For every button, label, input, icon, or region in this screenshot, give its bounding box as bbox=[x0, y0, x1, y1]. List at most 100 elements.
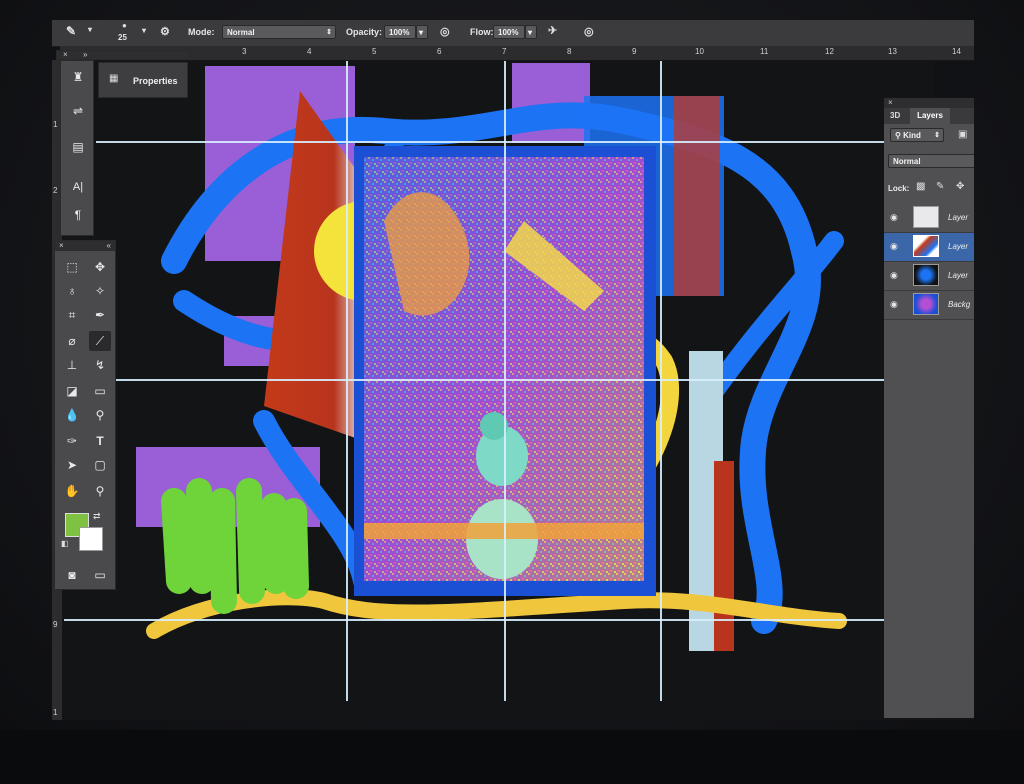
clone-source-icon[interactable]: ▤ bbox=[67, 137, 89, 157]
artwork bbox=[136, 63, 847, 651]
opacity-dropdown[interactable]: ▾ bbox=[416, 25, 428, 39]
close-icon[interactable]: × bbox=[63, 50, 68, 59]
hand-icon[interactable]: ✋ bbox=[61, 481, 83, 501]
layer-row[interactable]: ◉ Backg bbox=[884, 291, 974, 320]
rectangle-icon[interactable]: ▢ bbox=[89, 455, 111, 475]
magic-wand-icon[interactable]: ✧ bbox=[89, 281, 111, 301]
eye-icon[interactable]: ◉ bbox=[890, 241, 898, 252]
ruler-tick: 5 bbox=[372, 47, 377, 56]
guide-line[interactable] bbox=[504, 61, 506, 701]
ruler-tick: 12 bbox=[825, 47, 834, 56]
tab-layers[interactable]: Layers bbox=[910, 108, 950, 124]
guide-line[interactable] bbox=[660, 61, 662, 701]
layer-row[interactable]: ◉ Layer bbox=[884, 204, 974, 233]
ruler-tick: 10 bbox=[695, 47, 704, 56]
pressure-size-icon[interactable]: ◎ bbox=[584, 25, 594, 38]
healing-icon[interactable]: ⌀ bbox=[61, 331, 83, 351]
chevron-down-icon[interactable]: ▾ bbox=[88, 25, 92, 34]
history-brush-icon[interactable]: ↯ bbox=[89, 355, 111, 375]
document-canvas[interactable] bbox=[64, 61, 934, 720]
airbrush-icon[interactable]: ✈ bbox=[548, 24, 557, 37]
opacity-field[interactable]: 100% bbox=[384, 25, 416, 39]
crop-icon[interactable]: ⌗ bbox=[61, 305, 83, 325]
brush-panel-icon[interactable]: ⚙ bbox=[160, 25, 170, 38]
close-icon[interactable]: × bbox=[888, 98, 893, 108]
lock-position-icon[interactable]: ✥ bbox=[956, 181, 964, 192]
layer-thumbnail bbox=[913, 206, 939, 228]
eyedropper-icon[interactable]: ✒ bbox=[89, 305, 111, 325]
ruler-tick: 13 bbox=[888, 47, 897, 56]
layer-row[interactable]: ◉ Layer bbox=[884, 262, 974, 291]
guide-line[interactable] bbox=[114, 379, 934, 381]
character-icon[interactable]: A| bbox=[67, 177, 89, 197]
eye-icon[interactable]: ◉ bbox=[890, 212, 898, 223]
default-colors-icon[interactable]: ◧ bbox=[61, 539, 69, 548]
layer-name: Backg bbox=[948, 300, 971, 309]
brush-icon[interactable]: ✎ bbox=[66, 24, 76, 38]
collapse-icon[interactable]: « bbox=[107, 241, 111, 251]
marquee-icon[interactable]: ⬚ bbox=[61, 257, 83, 277]
brush-preset-icon[interactable]: ♜ bbox=[67, 67, 89, 87]
dodge-icon[interactable]: ⚲ bbox=[89, 405, 111, 425]
brush-size-chevron-icon[interactable]: ▾ bbox=[142, 26, 146, 35]
zoom-icon[interactable]: ⚲ bbox=[89, 481, 111, 501]
ruler-tick: 9 bbox=[53, 620, 58, 629]
kind-filter-select[interactable]: ⚲ Kind ⇕ bbox=[890, 128, 944, 142]
eraser-icon[interactable]: ◪ bbox=[61, 381, 83, 401]
lock-label: Lock: bbox=[888, 184, 910, 193]
brush-preset-icon[interactable]: ● bbox=[122, 21, 127, 30]
opacity-value: 100% bbox=[389, 28, 410, 37]
flow-field[interactable]: 100% bbox=[493, 25, 525, 39]
ruler-tick: 4 bbox=[307, 47, 312, 56]
ruler-tick: 8 bbox=[567, 47, 572, 56]
pen-icon[interactable]: ✑ bbox=[61, 431, 83, 451]
brush-settings-icon[interactable]: ⇌ bbox=[67, 101, 89, 121]
quick-mask-icon[interactable]: ◙ bbox=[61, 565, 83, 585]
properties-button[interactable]: ▦ Properties bbox=[98, 62, 188, 98]
eye-icon[interactable]: ◉ bbox=[890, 299, 898, 310]
gradient-icon[interactable]: ▭ bbox=[89, 381, 111, 401]
layer-name: Layer bbox=[948, 271, 969, 280]
kind-filter-label: Kind bbox=[903, 131, 921, 140]
red-block bbox=[674, 96, 720, 296]
chevron-down-icon: ▾ bbox=[419, 28, 424, 37]
mode-select[interactable]: Normal ⇕ bbox=[222, 25, 336, 39]
guide-line[interactable] bbox=[346, 61, 348, 701]
background-color-swatch[interactable] bbox=[79, 527, 103, 551]
mini-tool-strip: ♜ ⇌ ▤ A| ¶ bbox=[60, 60, 94, 236]
screen-mode-icon[interactable]: ▭ bbox=[89, 565, 111, 585]
image-filter-icon[interactable]: ▣ bbox=[958, 129, 967, 140]
chevron-down-icon: ▾ bbox=[528, 28, 533, 37]
ruler-tick: 1 bbox=[53, 708, 58, 717]
move-icon[interactable]: ✥ bbox=[89, 257, 111, 277]
properties-icon: ▦ bbox=[109, 73, 119, 84]
layer-row-selected[interactable]: ◉ Layer bbox=[884, 233, 974, 262]
clone-stamp-icon[interactable]: ⊥ bbox=[61, 355, 83, 375]
type-icon[interactable]: T bbox=[89, 431, 111, 451]
mode-select-value: Normal bbox=[227, 28, 255, 37]
swap-colors-icon[interactable]: ⇄ bbox=[93, 511, 101, 522]
pressure-opacity-icon[interactable]: ◎ bbox=[440, 25, 450, 38]
lasso-icon[interactable]: ♁ bbox=[61, 281, 83, 301]
lock-transparency-icon[interactable]: ▩ bbox=[916, 181, 925, 192]
brush-tool-icon[interactable]: ⟋ bbox=[89, 331, 111, 351]
guide-line[interactable] bbox=[64, 619, 934, 621]
horizontal-ruler: 3 4 5 6 7 8 9 10 11 12 13 14 bbox=[60, 46, 974, 61]
properties-label: Properties bbox=[133, 76, 178, 86]
paragraph-icon[interactable]: ¶ bbox=[67, 205, 89, 225]
blur-icon[interactable]: 💧 bbox=[61, 405, 83, 425]
guide-line[interactable] bbox=[96, 141, 926, 143]
red-bar bbox=[714, 461, 734, 651]
projected-photoshop-window: ✎ ▾ ● 25 ▾ ⚙ Mode: Normal ⇕ Opacity: 100… bbox=[52, 20, 974, 720]
flow-dropdown[interactable]: ▾ bbox=[525, 25, 537, 39]
eye-icon[interactable]: ◉ bbox=[890, 270, 898, 281]
ruler-tick: 9 bbox=[632, 47, 637, 56]
blend-mode-select[interactable]: Normal bbox=[888, 154, 974, 168]
select-arrows-icon: ⇕ bbox=[326, 29, 332, 36]
expand-icon[interactable]: » bbox=[83, 50, 87, 59]
close-icon[interactable]: × bbox=[59, 241, 64, 251]
path-select-icon[interactable]: ➤ bbox=[61, 455, 83, 475]
tab-3d[interactable]: 3D bbox=[890, 111, 900, 120]
lock-pixels-icon[interactable]: ✎ bbox=[936, 181, 944, 192]
options-bar: ✎ ▾ ● 25 ▾ ⚙ Mode: Normal ⇕ Opacity: 100… bbox=[52, 20, 974, 47]
